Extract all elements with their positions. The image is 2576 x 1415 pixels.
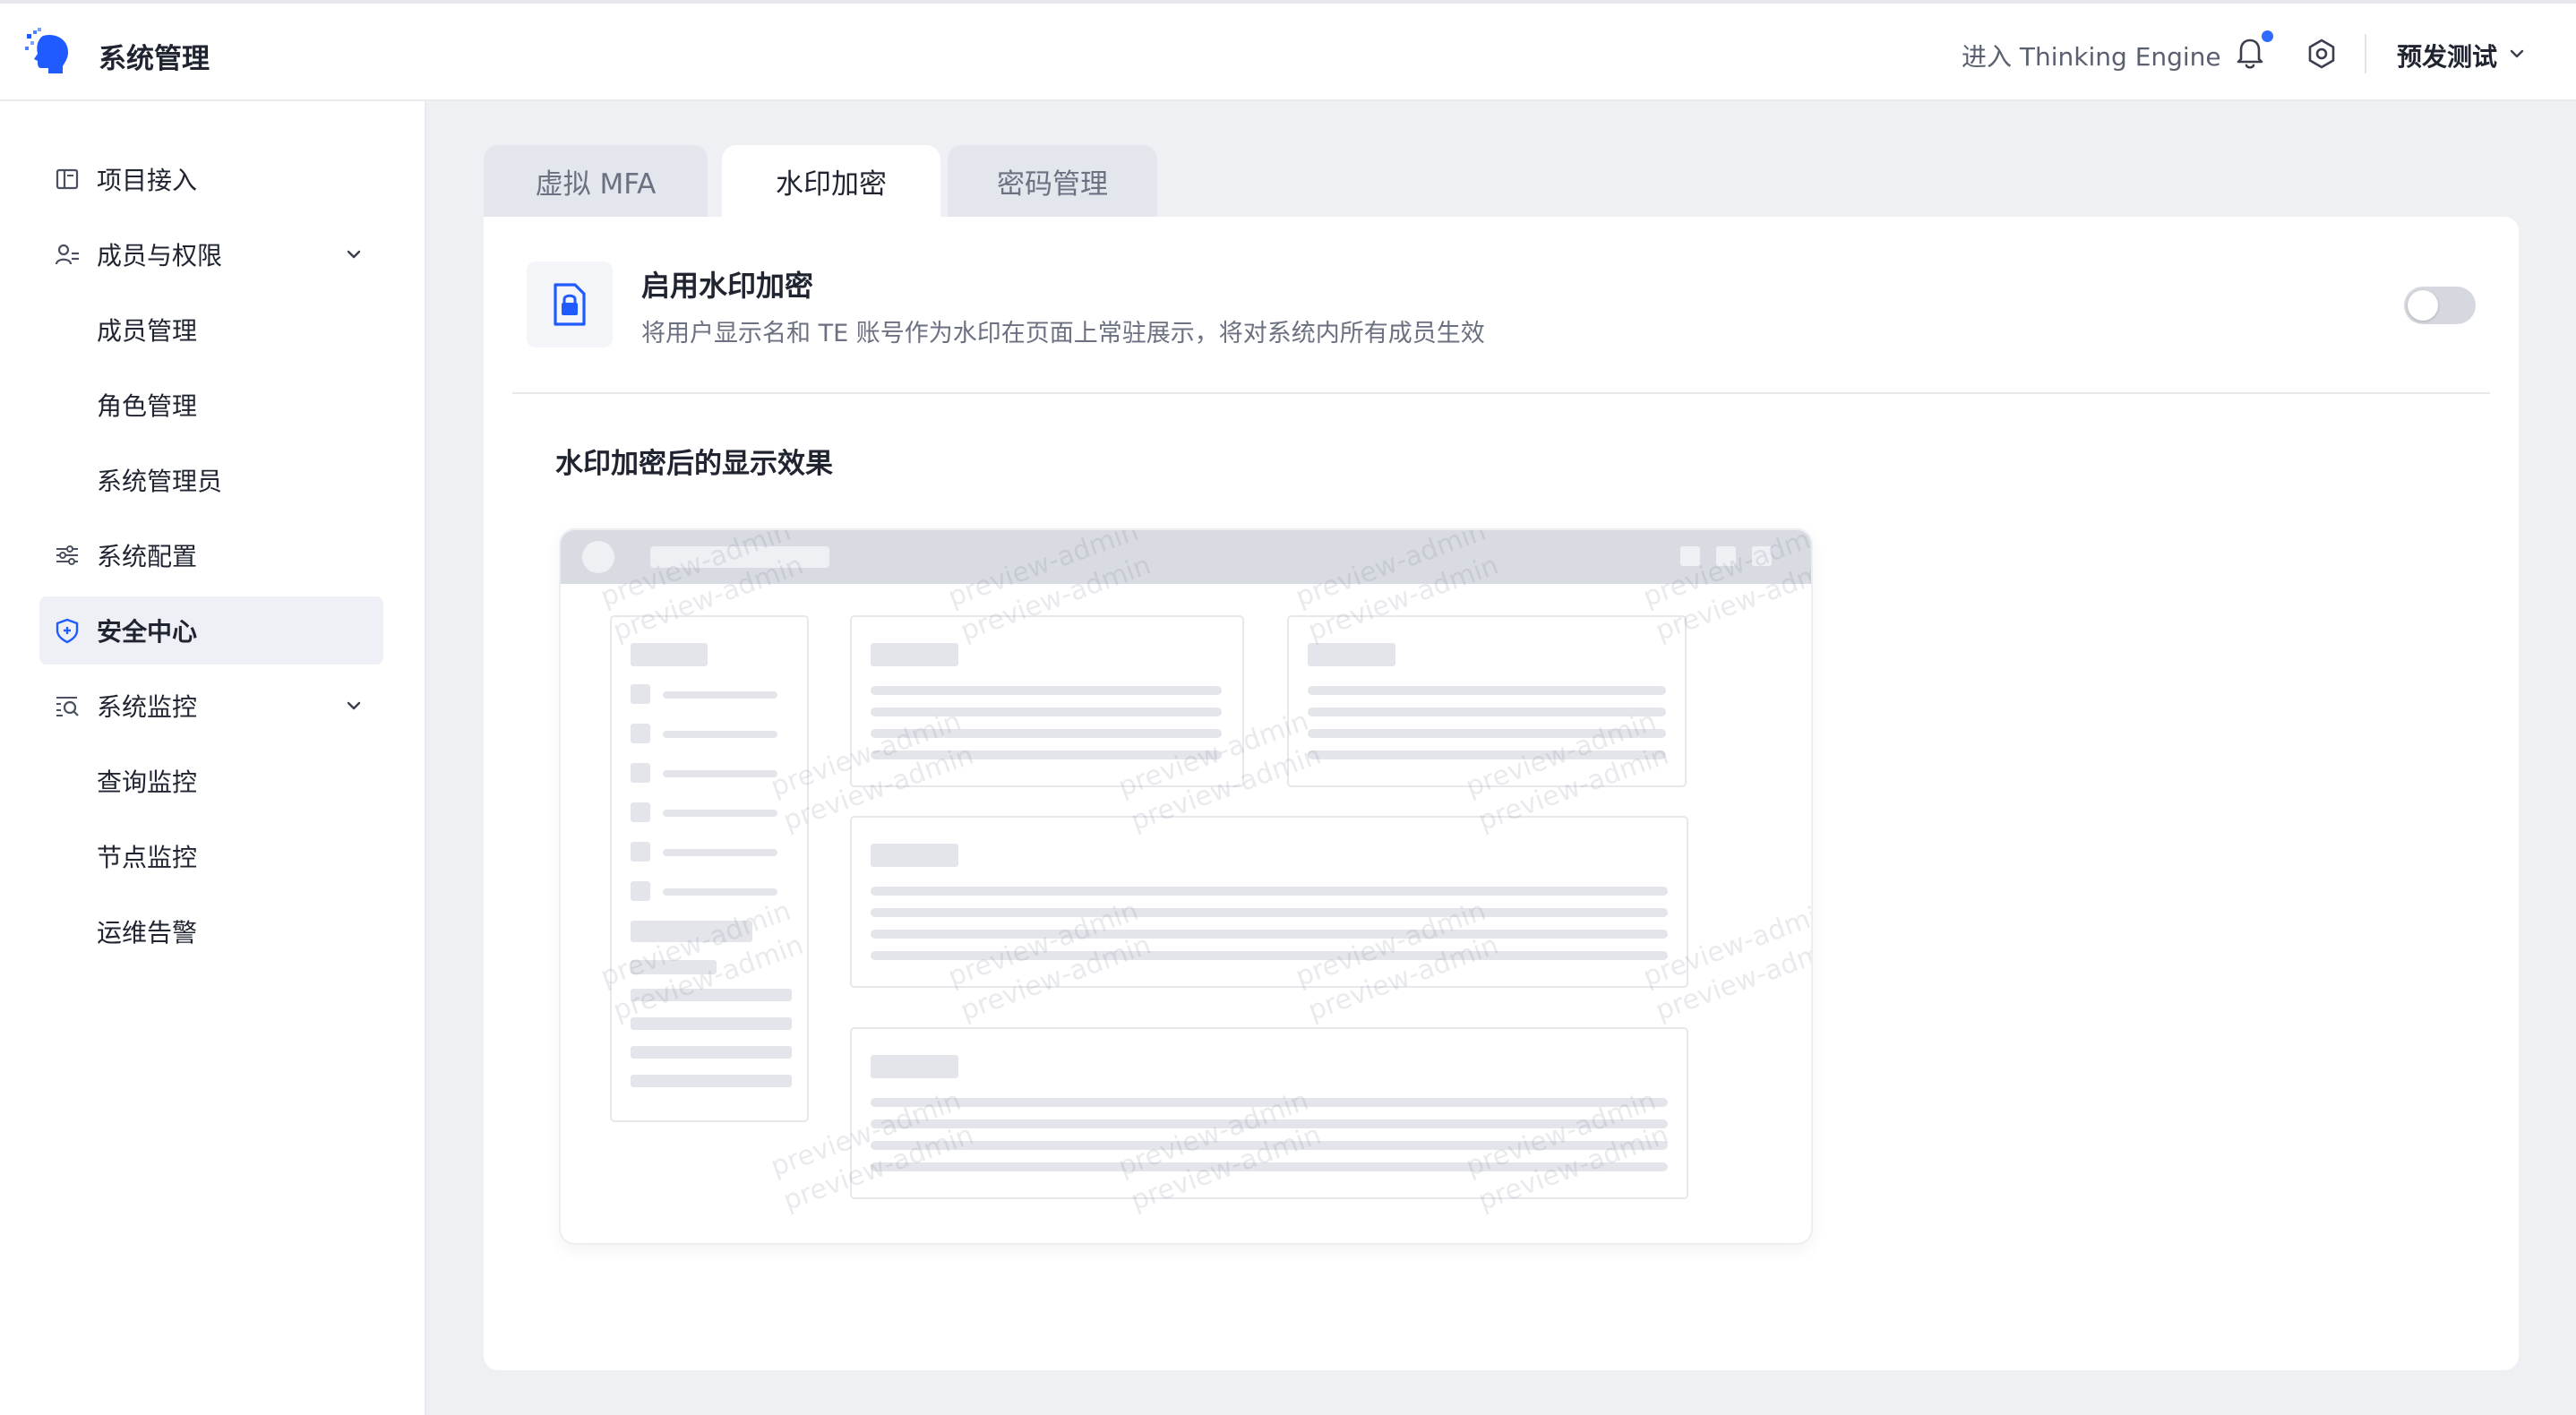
sidebar-item-members-permissions[interactable]: 成员与权限 [39, 220, 383, 288]
chevron-down-icon[interactable] [2506, 43, 2528, 64]
sidebar: 项目接入 成员与权限 成员管理 角色管理 系统管理员 系统配置 安全中心 系统监… [0, 101, 426, 1415]
topbar-divider [2365, 34, 2366, 73]
sidebar-item-query-monitor[interactable]: 查询监控 [39, 747, 383, 815]
toggle-knob [2408, 290, 2438, 321]
sidebar-item-label: 系统监控 [97, 692, 198, 722]
sidebar-item-label: 节点监控 [97, 843, 198, 872]
feature-title: 启用水印加密 [641, 269, 814, 303]
chevron-down-icon [347, 250, 361, 259]
chevron-down-icon [347, 701, 361, 710]
enter-thinking-engine-link[interactable]: 进入 Thinking Engine [1962, 38, 2221, 73]
monitor-search-icon [56, 697, 79, 716]
sidebar-item-node-monitor[interactable]: 节点监控 [39, 822, 383, 890]
top-bar: 系统管理 进入 Thinking Engine 预发测试 [0, 0, 2576, 101]
feature-description: 将用户显示名和 TE 账号作为水印在页面上常驻展示，将对系统内所有成员生效 [641, 320, 1485, 347]
sidebar-item-label: 查询监控 [97, 768, 198, 797]
notification-dot [2262, 30, 2273, 42]
sidebar-item-label: 运维告警 [97, 918, 198, 948]
sidebar-item-system-admin[interactable]: 系统管理员 [39, 446, 383, 514]
watermark-toggle[interactable] [2404, 287, 2476, 324]
sliders-icon [56, 545, 78, 565]
sidebar-item-member-management[interactable]: 成员管理 [39, 296, 383, 364]
sidebar-item-label: 项目接入 [97, 166, 198, 195]
workspace-selector[interactable]: 预发测试 [2397, 38, 2497, 73]
sidebar-item-project-access[interactable]: 项目接入 [39, 145, 383, 213]
watermark-preview: preview-admin preview-admin preview-admin p… [559, 528, 1813, 1245]
layout-icon [56, 168, 79, 190]
app-title: 系统管理 [99, 43, 210, 75]
users-icon [55, 244, 79, 265]
sidebar-item-ops-alert[interactable]: 运维告警 [39, 897, 383, 965]
sidebar-item-label: 系统配置 [97, 542, 198, 571]
sidebar-item-role-management[interactable]: 角色管理 [39, 371, 383, 439]
tab-watermark[interactable]: 水印加密 [722, 145, 940, 217]
gear-icon[interactable] [2302, 35, 2341, 74]
sidebar-item-label: 成员管理 [97, 316, 198, 346]
tab-password-management[interactable]: 密码管理 [948, 145, 1157, 217]
brain-logo-icon [25, 28, 68, 73]
preview-title: 水印加密后的显示效果 [555, 448, 833, 480]
sidebar-item-system-monitor[interactable]: 系统监控 [39, 672, 383, 740]
sidebar-item-label: 成员与权限 [97, 241, 223, 270]
feature-icon-box [527, 262, 613, 347]
tab-virtual-mfa[interactable]: 虚拟 MFA [484, 145, 708, 217]
sidebar-item-label: 角色管理 [97, 391, 198, 421]
preview-illustration [561, 530, 1811, 1199]
card-divider [512, 392, 2490, 394]
sidebar-item-system-config[interactable]: 系统配置 [39, 521, 383, 589]
shield-icon [56, 618, 79, 644]
watermark-settings-card: 启用水印加密 将用户显示名和 TE 账号作为水印在页面上常驻展示，将对系统内所有… [484, 217, 2519, 1370]
sidebar-item-security-center[interactable]: 安全中心 [39, 596, 383, 665]
locked-file-icon [554, 283, 586, 326]
sidebar-item-label: 系统管理员 [97, 467, 223, 496]
sidebar-item-label: 安全中心 [97, 617, 198, 647]
